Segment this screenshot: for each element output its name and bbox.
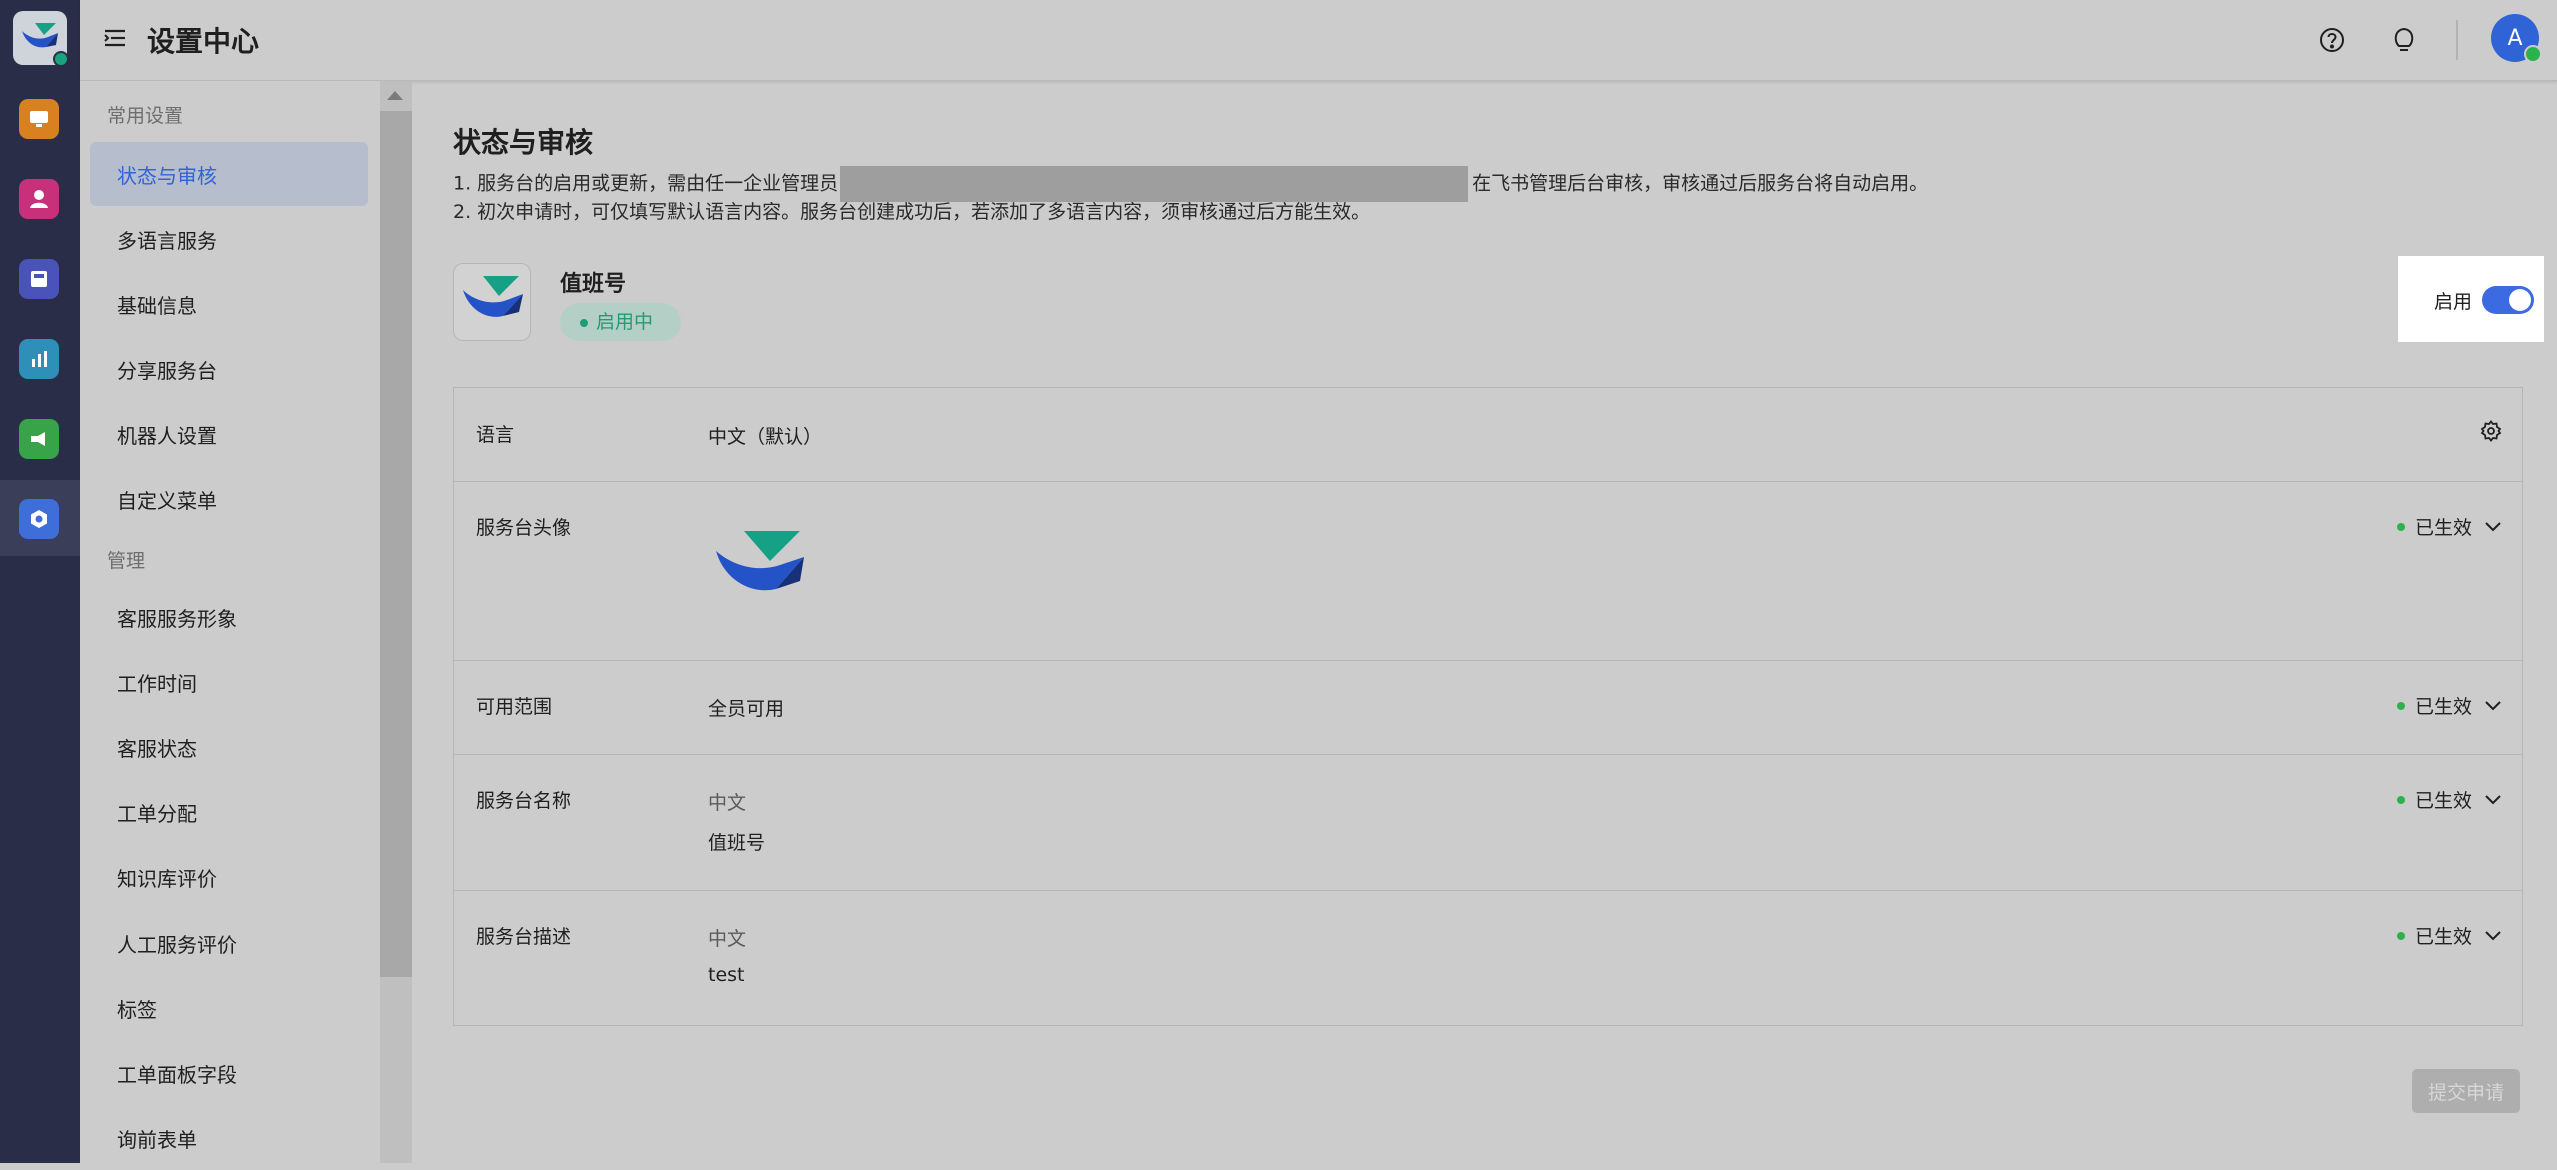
- row-name-lang: 中文: [708, 792, 747, 814]
- sidebar-item-agent-image[interactable]: 客服服务形象: [90, 585, 368, 649]
- row-language-label: 语言: [476, 424, 515, 446]
- page-title: 设置中心: [147, 25, 260, 58]
- row-avatar-label: 服务台头像: [476, 517, 572, 539]
- row-scope-label: 可用范围: [476, 696, 553, 718]
- sidebar-item-multilanguage[interactable]: 多语言服务: [90, 207, 368, 271]
- chevron-down-icon: [2485, 521, 2501, 531]
- row-scope: 可用范围 全员可用 已生效: [454, 660, 2522, 755]
- row-description: 服务台描述 中文 test 已生效: [454, 890, 2522, 1025]
- status-dot: [2396, 701, 2405, 710]
- row-description-value: test: [708, 964, 745, 986]
- row-scope-status[interactable]: 已生效: [2396, 692, 2502, 719]
- avatar-initial: A: [2507, 25, 2523, 51]
- menu-icon[interactable]: [104, 27, 126, 53]
- avatar[interactable]: A: [2491, 14, 2542, 63]
- row-description-status[interactable]: 已生效: [2396, 922, 2502, 949]
- row-description-status-text: 已生效: [2414, 926, 2472, 948]
- row-avatar-status-text: 已生效: [2414, 517, 2472, 539]
- sidebar-item-agent-status[interactable]: 客服状态: [90, 715, 368, 779]
- row-description-lang: 中文: [708, 928, 747, 950]
- sidebar-item-ticket-assign[interactable]: 工单分配: [90, 780, 368, 844]
- section-title: 状态与审核: [453, 126, 594, 159]
- row-avatar: 服务台头像 已生效: [454, 481, 2522, 661]
- stats-icon: [19, 339, 59, 379]
- tip-line-2: 2. 初次申请时，可仅填写默认语言内容。服务台创建成功后，若添加了多语言内容，须…: [453, 201, 1371, 223]
- sidebar-scrollbar[interactable]: [380, 81, 412, 1163]
- agent-icon: [19, 179, 59, 219]
- rail-stats[interactable]: [0, 320, 80, 396]
- row-name-label: 服务台名称: [476, 790, 572, 812]
- chevron-down-icon: [2485, 700, 2501, 710]
- service-name: 值班号: [560, 272, 627, 297]
- service-avatar-image: [716, 531, 806, 607]
- row-name-status-text: 已生效: [2414, 790, 2472, 812]
- chevron-down-icon: [2485, 794, 2501, 804]
- tip-line-1-suffix: 在飞书管理后台审核，审核通过后服务台将自动启用。: [1472, 172, 1929, 195]
- rail-ticket[interactable]: [0, 240, 80, 316]
- broadcast-icon: [19, 419, 59, 459]
- rail-workbench[interactable]: [0, 80, 80, 156]
- rail-settings[interactable]: [0, 480, 80, 556]
- enable-toggle-label: 启用: [2434, 291, 2473, 313]
- scroll-up-arrow-icon[interactable]: [387, 91, 403, 100]
- row-language: 语言 中文（默认）: [454, 388, 2522, 482]
- row-avatar-status[interactable]: 已生效: [2396, 513, 2502, 540]
- service-logo: [453, 263, 531, 341]
- sidebar-item-kb-rating[interactable]: 知识库评价: [90, 845, 368, 909]
- gear-icon[interactable]: [2480, 420, 2502, 446]
- toggle-knob: [2509, 289, 2531, 311]
- sidebar-item-bot-settings[interactable]: 机器人设置: [90, 402, 368, 466]
- service-status-badge: 启用中: [560, 303, 682, 341]
- row-scope-status-text: 已生效: [2414, 696, 2472, 718]
- sidebar-group-manage: 管理: [107, 550, 146, 572]
- enable-toggle-card: 启用: [2398, 256, 2544, 342]
- status-dot: [2396, 931, 2405, 940]
- chevron-down-icon: [2485, 930, 2501, 940]
- submit-application-button[interactable]: 提交申请: [2412, 1069, 2520, 1113]
- sidebar-item-custom-menu[interactable]: 自定义菜单: [90, 467, 368, 531]
- online-status-dot: [2524, 45, 2542, 63]
- ticket-icon: [19, 259, 59, 299]
- row-scope-value: 全员可用: [708, 698, 785, 720]
- settings-sidebar: 常用设置 状态与审核 多语言服务 基础信息 分享服务台 机器人设置 自定义菜单 …: [80, 81, 380, 1163]
- status-dot: [2396, 795, 2405, 804]
- row-description-label: 服务台描述: [476, 926, 572, 948]
- sidebar-item-tags[interactable]: 标签: [90, 976, 368, 1040]
- app-rail: [0, 0, 80, 1163]
- settings-table: 语言 中文（默认） 服务台头像 已生效 可用范围 全员可用 已生效 服务台名称 …: [453, 387, 2523, 1026]
- settings-icon: [19, 499, 59, 539]
- rail-broadcast[interactable]: [0, 400, 80, 476]
- tip-line-1-prefix: 1. 服务台的启用或更新，需由任一企业管理员: [453, 172, 839, 195]
- row-name-status[interactable]: 已生效: [2396, 786, 2502, 813]
- top-bar: 设置中心 A: [80, 0, 2557, 81]
- main-content: 状态与审核 1. 服务台的启用或更新，需由任一企业管理员 在飞书管理后台审核，审核…: [412, 81, 2557, 1163]
- sidebar-item-ticket-fields[interactable]: 工单面板字段: [90, 1041, 368, 1105]
- scrollbar-thumb[interactable]: [380, 111, 412, 977]
- sidebar-item-share[interactable]: 分享服务台: [90, 337, 368, 401]
- sidebar-item-status-review[interactable]: 状态与审核: [90, 142, 368, 206]
- sidebar-group-common: 常用设置: [107, 105, 184, 127]
- status-dot: [2396, 522, 2405, 531]
- workbench-icon: [19, 99, 59, 139]
- top-divider: [2456, 20, 2458, 60]
- sidebar-item-agent-rating[interactable]: 人工服务评价: [90, 911, 368, 975]
- sidebar-item-basic-info[interactable]: 基础信息: [90, 272, 368, 336]
- idea-bulb-icon[interactable]: [2388, 24, 2420, 56]
- sidebar-item-pre-chat-form[interactable]: 询前表单: [90, 1106, 368, 1170]
- sidebar-item-work-hours[interactable]: 工作时间: [90, 650, 368, 714]
- rail-agent[interactable]: [0, 160, 80, 236]
- row-name-value: 值班号: [708, 832, 766, 854]
- enable-toggle[interactable]: [2482, 286, 2534, 314]
- online-dot: [53, 51, 69, 67]
- help-icon[interactable]: [2316, 24, 2348, 56]
- row-language-value: 中文（默认）: [708, 426, 823, 448]
- row-name: 服务台名称 中文 值班号 已生效: [454, 754, 2522, 891]
- app-logo-icon[interactable]: [13, 11, 69, 67]
